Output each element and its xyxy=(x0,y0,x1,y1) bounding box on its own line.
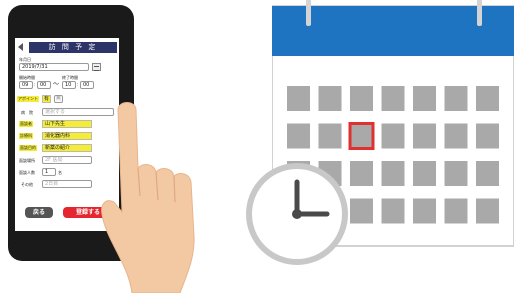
calendar-day-cell xyxy=(476,161,499,186)
calendar-day-cell xyxy=(444,161,468,186)
time-range-tilde: 〜 xyxy=(53,81,60,88)
calendar-day-cell xyxy=(476,198,499,224)
back-button[interactable]: 戻る xyxy=(25,207,53,218)
appointment-label: アポイント xyxy=(17,96,39,102)
doctor-label: 面談者 xyxy=(19,121,33,127)
calendar-day-cell xyxy=(413,86,436,111)
date-label: 年月日 xyxy=(19,57,31,62)
other-field[interactable]: 2日目 xyxy=(42,180,92,188)
calendar-day-cell xyxy=(318,86,342,111)
calendar-day-cell xyxy=(350,198,373,224)
end-hour-select[interactable]: 10 xyxy=(62,81,76,89)
back-arrow-icon[interactable] xyxy=(18,43,23,51)
calendar-day-cell xyxy=(381,198,405,224)
end-minute-select[interactable]: 00 xyxy=(80,81,94,89)
place-field[interactable]: 2F 医局 xyxy=(42,156,92,164)
start-time-label: 開始時間 xyxy=(19,75,35,80)
other-label: その他 xyxy=(21,182,33,187)
calendar-day-cell xyxy=(381,161,405,186)
count-label: 面談人数 xyxy=(19,170,35,175)
start-minute-select[interactable]: 00 xyxy=(37,81,51,89)
calendar-day-cell xyxy=(381,123,405,149)
appointment-yes-button[interactable]: 有 xyxy=(42,95,51,103)
calendar-ring-right xyxy=(477,0,482,26)
time-separator: : xyxy=(77,82,79,87)
time-separator: : xyxy=(34,82,36,87)
end-time-label: 終了時間 xyxy=(62,75,78,80)
count-select[interactable]: 1 xyxy=(42,168,56,176)
place-label: 面談場所 xyxy=(19,158,35,163)
calendar-day-cell xyxy=(318,123,342,149)
appointment-no-button[interactable]: 無 xyxy=(54,95,63,103)
calendar-day-cell xyxy=(476,86,499,111)
calendar-day-cell xyxy=(444,86,468,111)
calendar-day-cell xyxy=(413,161,436,186)
calendar-day-cell xyxy=(381,86,405,111)
calendar-day-cell xyxy=(350,161,373,186)
purpose-field[interactable]: 新薬の紹介 xyxy=(42,144,92,152)
calendar-day-cell xyxy=(444,198,468,224)
date-field[interactable]: 2019/7/31 xyxy=(19,63,89,71)
calendar-day-cell xyxy=(413,198,436,224)
start-hour-select[interactable]: 09 xyxy=(19,81,33,89)
calendar-picker-icon[interactable] xyxy=(92,63,101,71)
hospital-label: 病 院 xyxy=(21,110,33,115)
calendar-day-cell xyxy=(287,86,310,111)
calendar-ring-left xyxy=(306,0,311,26)
purpose-label: 面談目的 xyxy=(19,145,37,151)
calendar-day-cell-highlighted xyxy=(348,122,375,150)
department-label: 診療科 xyxy=(19,133,33,139)
clock-icon xyxy=(246,163,348,265)
calendar-day-cell xyxy=(444,123,468,149)
hand-icon xyxy=(101,102,195,293)
page-title: 訪 問 予 定 xyxy=(29,42,117,53)
calendar-day-cell xyxy=(287,123,310,149)
department-field[interactable]: 消化器内科 xyxy=(42,132,92,140)
count-unit: 名 xyxy=(58,170,62,175)
doctor-field[interactable]: 山下先生 xyxy=(42,120,92,128)
calendar-day-cell xyxy=(350,86,373,111)
calendar-day-cell xyxy=(476,123,499,149)
calendar-day-cell xyxy=(413,123,436,149)
